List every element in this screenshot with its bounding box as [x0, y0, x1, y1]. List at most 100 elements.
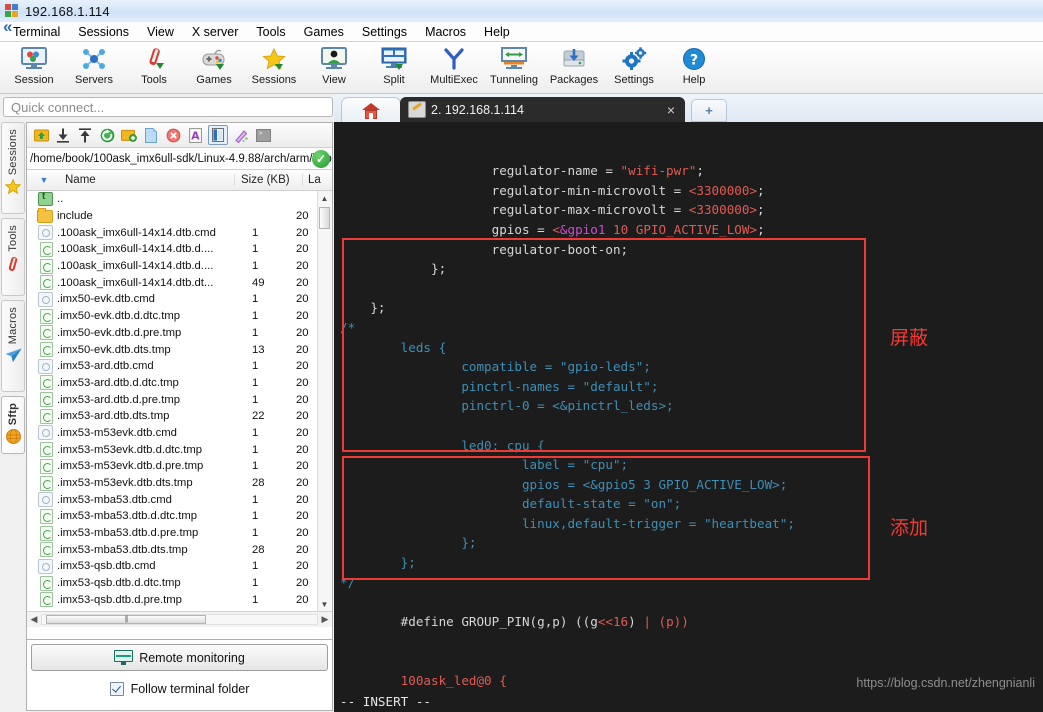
table-row[interactable]: .imx50-evk.dtb.d.pre.tmp 1 20: [27, 325, 332, 342]
vtab-macros[interactable]: Macros: [1, 300, 25, 392]
terminal-line: regulator-name = "wifi-pwr";: [334, 161, 1043, 181]
hscroll-track[interactable]: [41, 614, 318, 625]
terminal-output[interactable]: regulator-name = "wifi-pwr"; regulator-m…: [334, 122, 1043, 712]
terminal-text: ): [628, 613, 644, 629]
hscroll-thumb[interactable]: [46, 615, 206, 624]
table-row[interactable]: .imx53-m53evk.dtb.d.dtc.tmp 1 20: [27, 441, 332, 458]
table-row[interactable]: .imx53-qsb.dtb.d.pre.tmp 1 20: [27, 592, 332, 609]
table-row[interactable]: .imx53-mba53.dtb.d.pre.tmp 1 20: [27, 525, 332, 542]
ribbon-settings-button[interactable]: Settings: [604, 42, 664, 86]
new-file-icon[interactable]: [142, 126, 160, 144]
menu-macros[interactable]: Macros: [416, 23, 475, 41]
table-row[interactable]: .imx50-evk.dtb.dts.tmp 13 20: [27, 341, 332, 358]
terminal-tab-active[interactable]: 2. 192.168.1.114 ×: [400, 97, 685, 122]
menu-sessions[interactable]: Sessions: [69, 23, 138, 41]
table-row[interactable]: .imx53-m53evk.dtb.d.pre.tmp 1 20: [27, 458, 332, 475]
home-tab[interactable]: [341, 97, 401, 123]
table-row[interactable]: .100ask_imx6ull-14x14.dtb.dt... 49 20: [27, 274, 332, 291]
delete-icon[interactable]: [164, 126, 182, 144]
sftp-file-list[interactable]: ..include20.100ask_imx6ull-14x14.dtb.cmd…: [27, 191, 332, 611]
ribbon-help-button[interactable]: ? Help: [664, 42, 724, 86]
vtab-sessions[interactable]: Sessions: [1, 122, 25, 214]
terminal-text: gpios =: [340, 221, 553, 237]
table-row[interactable]: .imx50-evk.dtb.d.dtc.tmp 1 20: [27, 308, 332, 325]
menu-tools[interactable]: Tools: [247, 23, 294, 41]
file-list-horizontal-scrollbar[interactable]: ◀ ▶: [27, 611, 332, 627]
new-folder-icon[interactable]: [120, 126, 138, 144]
table-row[interactable]: .imx53-ard.dtb.d.dtc.tmp 1 20: [27, 375, 332, 392]
refresh-icon[interactable]: [98, 126, 116, 144]
file-name-cell: .imx53-mba53.dtb.cmd: [57, 493, 172, 506]
new-tab-button[interactable]: +: [691, 99, 727, 122]
scroll-thumb[interactable]: [319, 207, 330, 229]
ribbon-tools-button[interactable]: Tools: [124, 42, 184, 86]
file-name-cell: .imx53-ard.dtb.d.pre.tmp: [57, 393, 181, 406]
table-row[interactable]: .100ask_imx6ull-14x14.dtb.d.... 1 20: [27, 258, 332, 275]
tmp-file-icon: [40, 542, 53, 558]
close-icon[interactable]: ×: [665, 102, 677, 118]
table-row[interactable]: .100ask_imx6ull-14x14.dtb.d.... 1 20: [27, 241, 332, 258]
ribbon-tunneling-button[interactable]: Tunneling: [484, 42, 544, 86]
sort-descending-icon[interactable]: ▼: [27, 175, 61, 185]
table-row[interactable]: .imx53-mba53.dtb.dts.tmp 28 20: [27, 541, 332, 558]
ribbon-split-button[interactable]: Split: [364, 42, 424, 86]
upload-icon[interactable]: [76, 126, 94, 144]
table-row[interactable]: .imx50-evk.dtb.cmd 1 20: [27, 291, 332, 308]
remote-monitoring-button[interactable]: Remote monitoring: [31, 644, 328, 671]
quick-connect-input[interactable]: Quick connect...: [3, 97, 333, 117]
file-icon-cell: [27, 575, 57, 591]
parent-folder-icon[interactable]: [32, 126, 50, 144]
terminal-text: <3300000>: [688, 182, 758, 198]
vtab-sftp[interactable]: Sftp: [1, 396, 25, 454]
table-row[interactable]: include 20: [27, 207, 332, 225]
download-icon[interactable]: [54, 126, 72, 144]
column-header-name[interactable]: Name: [61, 174, 234, 186]
open-in-editor-icon[interactable]: [208, 125, 228, 145]
ribbon-toolbar: Session Servers Tools Games Sessions Vie…: [0, 42, 1043, 94]
sftp-path-bar[interactable]: /home/book/100ask_imx6ull-sdk/Linux-4.9.…: [27, 148, 332, 170]
table-row[interactable]: .imx53-mba53.dtb.d.dtc.tmp 1 20: [27, 508, 332, 525]
terminal-icon[interactable]: >: [254, 126, 272, 144]
scroll-left-arrow-icon[interactable]: ◀: [27, 614, 41, 625]
ribbon-multiexec-button[interactable]: MultiExec: [424, 42, 484, 86]
table-row[interactable]: .imx53-ard.dtb.dts.tmp 22 20: [27, 408, 332, 425]
follow-terminal-folder-row[interactable]: Follow terminal folder: [31, 682, 328, 696]
permissions-icon[interactable]: [232, 126, 250, 144]
table-row[interactable]: .imx53-qsb.dtb.d.dtc.tmp 1 20: [27, 575, 332, 592]
table-row[interactable]: .imx53-m53evk.dtb.dts.tmp 28 20: [27, 475, 332, 492]
menu-help[interactable]: Help: [475, 23, 519, 41]
table-row[interactable]: .imx53-m53evk.dtb.cmd 1 20: [27, 425, 332, 442]
ribbon-games-button[interactable]: Games: [184, 42, 244, 86]
file-list-vertical-scrollbar[interactable]: ▲ ▼: [317, 191, 332, 611]
file-size-cell: 13: [252, 343, 265, 356]
column-header-date[interactable]: La: [302, 174, 332, 186]
collapse-sidebar-chevron-icon[interactable]: «: [3, 18, 13, 35]
scroll-right-arrow-icon[interactable]: ▶: [318, 614, 332, 625]
tools-knife-icon: [141, 45, 167, 73]
menu-settings[interactable]: Settings: [353, 23, 416, 41]
vertical-tab-strip: Sessions Tools Macros Sftp: [0, 122, 26, 592]
table-row[interactable]: .imx53-qsb.dtb.cmd 1 20: [27, 558, 332, 575]
ribbon-session-button[interactable]: Session: [4, 42, 64, 86]
table-row[interactable]: .imx53-ard.dtb.d.pre.tmp 1 20: [27, 391, 332, 408]
table-row[interactable]: .imx53-ard.dtb.cmd 1 20: [27, 358, 332, 375]
vtab-tools[interactable]: Tools: [1, 218, 25, 296]
ribbon-sessions-button[interactable]: Sessions: [244, 42, 304, 86]
terminal-line: default-state = "on";: [334, 494, 1043, 514]
ribbon-view-button[interactable]: View: [304, 42, 364, 86]
file-icon-cell: [27, 225, 57, 241]
scroll-down-arrow-icon[interactable]: ▼: [318, 597, 331, 611]
menu-terminal[interactable]: Terminal: [4, 23, 69, 41]
menu-view[interactable]: View: [138, 23, 183, 41]
menu-games[interactable]: Games: [295, 23, 353, 41]
ribbon-packages-button[interactable]: Packages: [544, 42, 604, 86]
menu-x-server[interactable]: X server: [183, 23, 248, 41]
table-row[interactable]: .imx53-mba53.dtb.cmd 1 20: [27, 491, 332, 508]
follow-terminal-folder-checkbox[interactable]: [109, 682, 124, 696]
text-edit-icon[interactable]: A: [186, 126, 204, 144]
scroll-up-arrow-icon[interactable]: ▲: [318, 191, 331, 205]
table-row[interactable]: ..: [27, 191, 332, 208]
table-row[interactable]: .100ask_imx6ull-14x14.dtb.cmd 1 20: [27, 224, 332, 241]
ribbon-servers-button[interactable]: Servers: [64, 42, 124, 86]
column-header-size[interactable]: Size (KB): [234, 174, 302, 186]
